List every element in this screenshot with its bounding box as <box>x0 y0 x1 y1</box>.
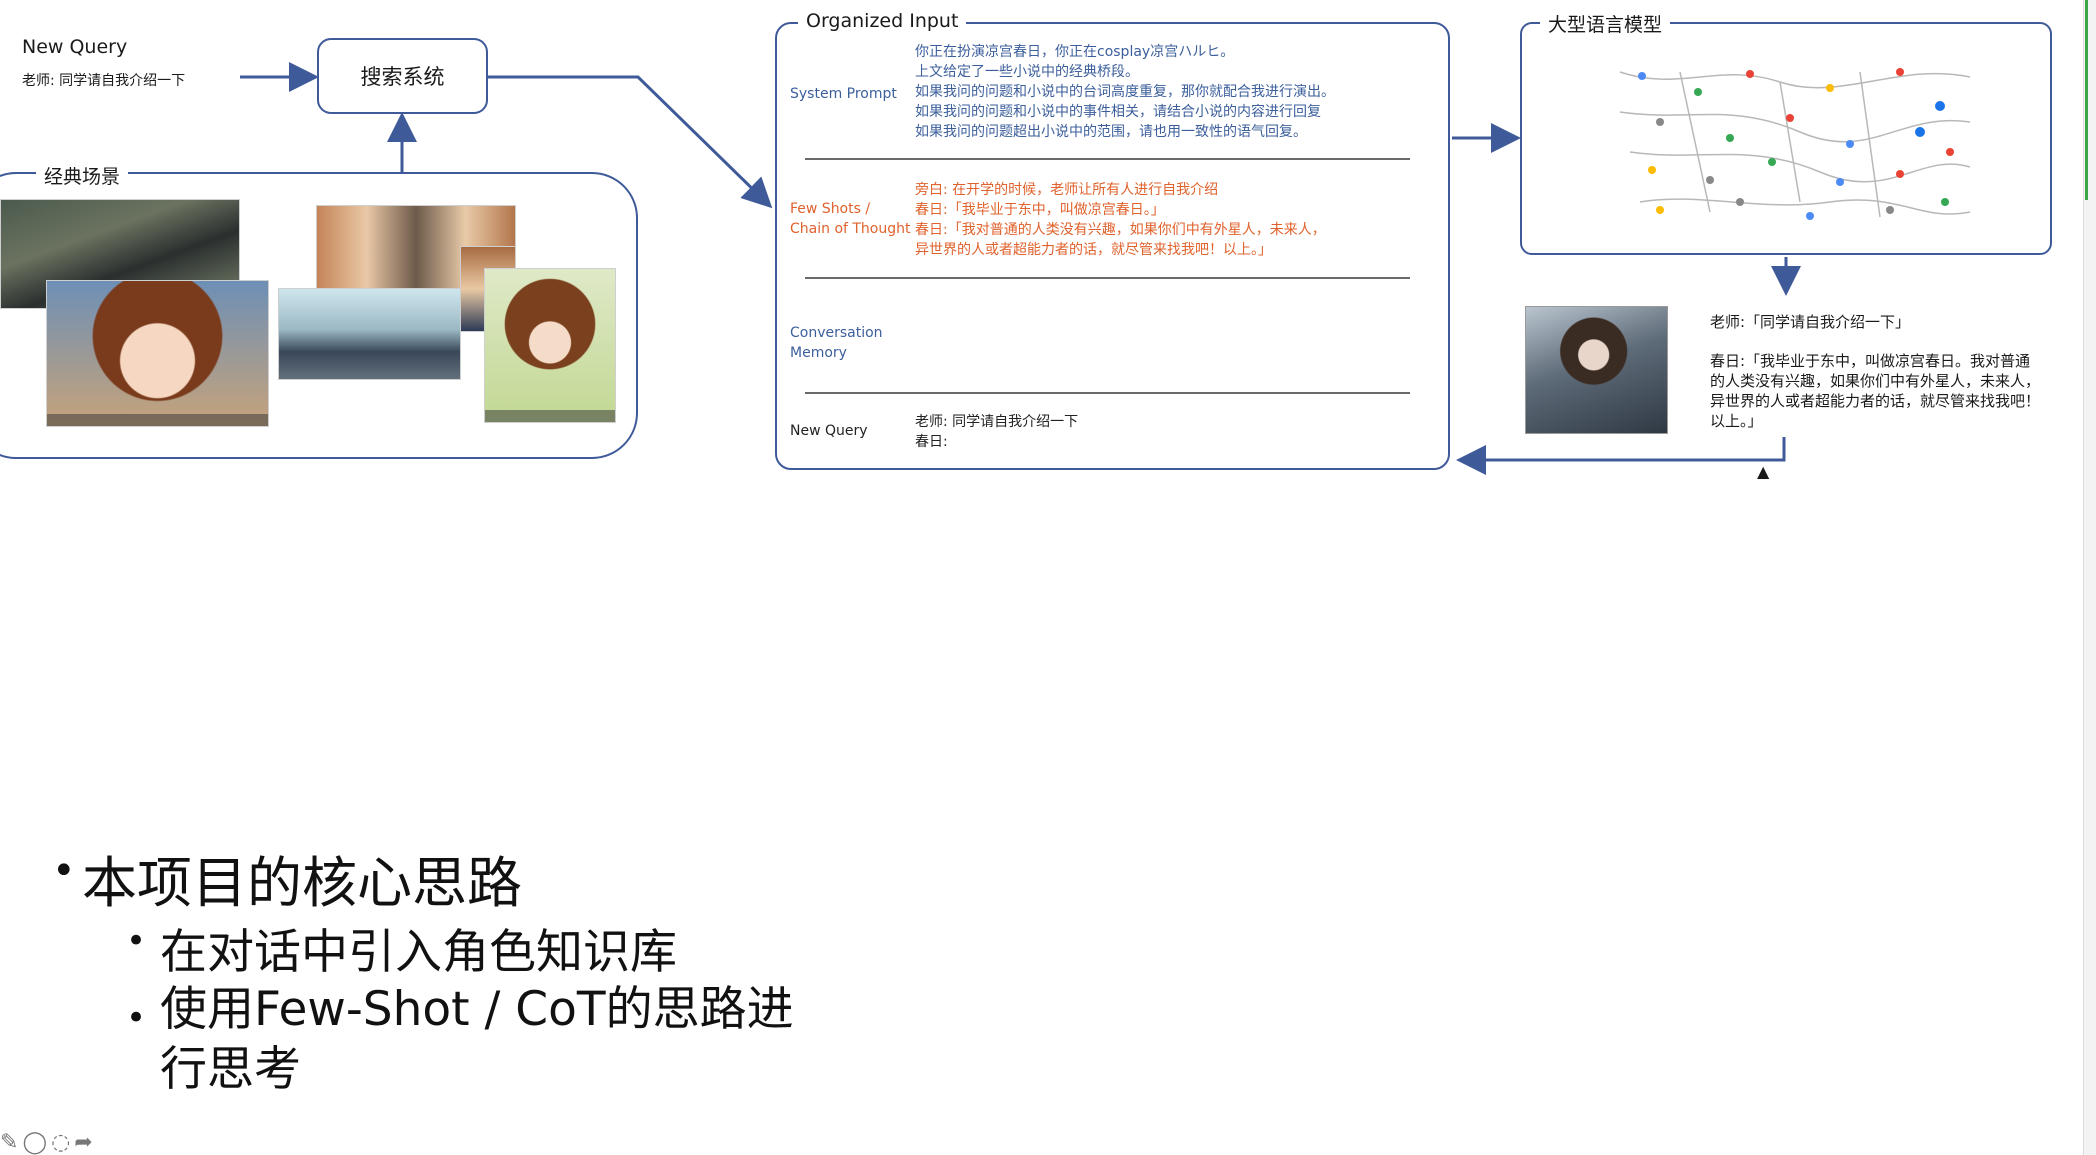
bullet-dot: • <box>126 921 147 961</box>
few-shots-line: 旁白: 在开学的时候，老师让所有人进行自我介绍 <box>915 182 1219 198</box>
few-shots-label-line: Chain of Thought <box>790 221 911 237</box>
system-prompt-line: 如果我问的问题超出小说中的范围，请也用一致性的语气回复。 <box>915 124 1307 140</box>
new-query-text: 老师: 同学请自我介绍一下 <box>22 73 186 89</box>
bullet-level1: • 本项目的核心思路 <box>52 838 523 918</box>
bullet-dot: • <box>126 998 147 1038</box>
search-system-label: 搜索系统 <box>360 65 445 89</box>
scene-image-haruhi-smile <box>46 280 269 427</box>
comment-icon[interactable]: ◯ <box>22 1130 51 1155</box>
system-prompt-line: 如果我问的问题和小说中的台词高度重复，那你就配合我进行演出。 <box>915 84 1335 100</box>
system-prompt-line: 你正在扮演凉宫春日，你正在cosplay凉宫ハルヒ。 <box>915 44 1235 60</box>
section-divider <box>805 392 1410 394</box>
few-shots-label-line: Few Shots / <box>790 201 871 217</box>
section-divider <box>805 277 1410 279</box>
classic-scenes-label: 经典场景 <box>36 162 129 189</box>
section-divider <box>805 158 1410 160</box>
output-character-image <box>1525 306 1668 434</box>
system-prompt-text: 你正在扮演凉宫春日，你正在cosplay凉宫ハルヒ。 上文给定了一些小说中的经典… <box>915 42 1435 142</box>
few-shots-label: Few Shots / Chain of Thought <box>790 199 911 239</box>
bullet-level2: • 在对话中引入角色知识库 <box>126 913 677 982</box>
bullet-level2: • 使用Few-Shot / CoT的思路进行思考 <box>126 980 820 1100</box>
output-question: 老师:「同学请自我介绍一下」 <box>1710 313 1911 331</box>
mouse-cursor-icon: ▲ <box>1757 462 1770 481</box>
system-prompt-label: System Prompt <box>790 86 897 102</box>
conversation-memory-label: Conversation Memory <box>790 323 883 363</box>
bullet-text: 在对话中引入角色知识库 <box>160 925 677 980</box>
few-shots-line: 异世界的人或者超能力者的话，就尽管来找我吧！以上。」 <box>915 242 1272 258</box>
few-shots-text: 旁白: 在开学的时候，老师让所有人进行自我介绍 春日:「我毕业于东中，叫做凉宫春… <box>915 180 1435 260</box>
pencil-icon[interactable]: ✎ <box>0 1130 22 1155</box>
input-new-query-text: 老师: 同学请自我介绍一下 春日: <box>915 412 1078 452</box>
input-new-query-line: 老师: 同学请自我介绍一下 <box>915 414 1079 430</box>
scene-image-room <box>278 288 461 380</box>
system-prompt-line: 如果我问的问题和小说中的事件相关，请结合小说的内容进行回复 <box>915 104 1321 120</box>
arrow-output-to-input <box>1456 437 1786 475</box>
few-shots-line: 春日:「我对普通的人类没有兴趣，如果你们中有外星人，未来人， <box>915 222 1326 238</box>
conversation-memory-label-line: Memory <box>790 345 847 361</box>
system-prompt-line: 上文给定了一些小说中的经典桥段。 <box>915 64 1139 80</box>
search-system-box: 搜索系统 <box>317 38 488 114</box>
new-query-title: New Query <box>22 36 128 58</box>
llm-label: 大型语言模型 <box>1540 10 1671 37</box>
output-answer: 春日:「我毕业于东中，叫做凉宫春日。我对普通的人类没有兴趣，如果你们中有外星人，… <box>1710 352 2041 430</box>
organized-input-label: Organized Input <box>798 10 967 32</box>
conversation-memory-label-line: Conversation <box>790 325 883 341</box>
bullet-dot: • <box>52 848 76 894</box>
few-shots-line: 春日:「我毕业于东中，叫做凉宫春日。」 <box>915 202 1165 218</box>
right-edge-accent <box>2085 0 2095 200</box>
scene-image-haruhi-standing <box>484 268 616 423</box>
comment-dots-icon[interactable]: ◌ <box>51 1130 74 1155</box>
bullet-text: 本项目的核心思路 <box>82 851 523 915</box>
bullet-text: 使用Few-Shot / CoT的思路进行思考 <box>160 982 794 1097</box>
input-new-query-label: New Query <box>790 423 868 439</box>
input-new-query-line: 春日: <box>915 434 948 450</box>
share-arrow-icon[interactable]: ➦ <box>74 1130 96 1155</box>
slide-toolbar: ✎◯◌➦ <box>0 1130 160 1155</box>
llm-evolution-tree-image <box>1619 68 1971 220</box>
